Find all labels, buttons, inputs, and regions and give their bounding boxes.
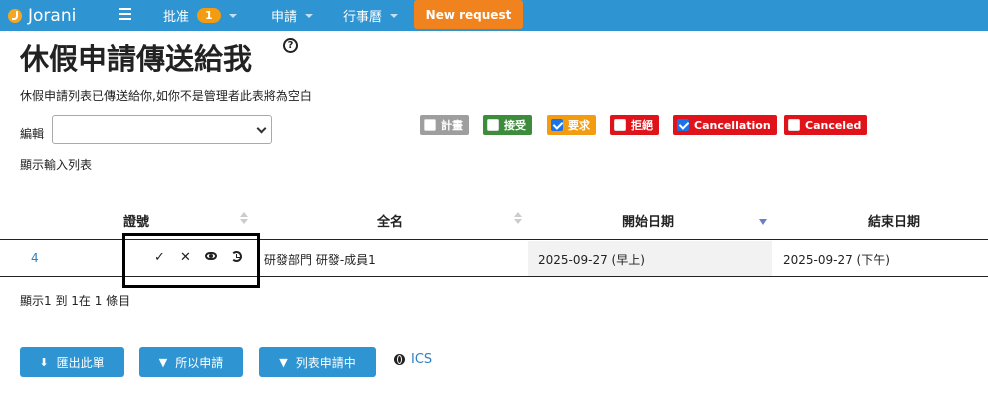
nav-approval[interactable]: 批准 1 [163, 0, 237, 31]
list-requests-button[interactable]: ▼ 列表申請中 [259, 347, 376, 377]
help-icon[interactable]: ? [283, 38, 298, 53]
page-subtitle: 休假申請列表已傳送給你,如你不是管理者此表將為空白 [20, 89, 312, 103]
status-filter-label: 計畫 [441, 119, 463, 132]
column-header-id[interactable]: 證號 [123, 211, 149, 230]
chevron-down-icon [256, 123, 267, 134]
brand[interactable]: Jorani [8, 6, 76, 26]
status-filter-accepted[interactable]: 接受 [483, 115, 532, 135]
status-filter-rejected[interactable]: 拒絕 [610, 115, 659, 135]
row-end-date: 2025-09-27 (下午) [783, 253, 890, 267]
status-filter-label: 拒絕 [631, 119, 653, 132]
checkbox[interactable] [424, 119, 436, 131]
sort-desc-icon[interactable] [759, 219, 767, 225]
status-filter-requested[interactable]: 要求 [547, 115, 596, 135]
nav-requests-label: 申請 [271, 10, 298, 25]
row-start-date: 2025-09-27 (早上) [538, 253, 645, 267]
column-header-fullname[interactable]: 全名 [377, 211, 403, 230]
edit-label: 編輯 [20, 127, 45, 141]
ics-link[interactable]: ICS [394, 352, 432, 367]
table-info: 顯示1 到 1在 1 條目 [20, 294, 131, 308]
edit-select[interactable] [52, 115, 272, 144]
approval-count-badge: 1 [197, 8, 221, 23]
checkbox-checked[interactable] [551, 119, 563, 131]
status-filter-planned[interactable]: 計畫 [420, 115, 469, 135]
status-filter-label: 接受 [504, 119, 526, 132]
export-button[interactable]: ⬇ 匯出此單 [20, 347, 124, 377]
status-filter-label: 要求 [568, 119, 590, 132]
checkbox-checked[interactable] [677, 119, 689, 131]
jorani-logo-icon [8, 8, 22, 23]
export-button-label: 匯出此單 [56, 355, 105, 370]
filter-icon: ▼ [279, 355, 288, 369]
sort-icon[interactable] [240, 212, 248, 224]
status-filter-label: Canceled [805, 118, 862, 132]
sort-icon[interactable] [514, 212, 522, 224]
column-header-end-date[interactable]: 結束日期 [868, 211, 920, 230]
show-list-label: 顯示輸入列表 [20, 158, 93, 172]
chevron-down-icon [305, 13, 314, 18]
column-header-start-date[interactable]: 開始日期 [622, 211, 674, 230]
nav-approval-label: 批准 [163, 10, 190, 25]
status-filter-cancellation[interactable]: Cancellation [673, 115, 777, 135]
filter-clear-icon: ▼ [158, 355, 168, 369]
download-icon: ⬇ [39, 355, 49, 369]
ics-label: ICS [411, 352, 433, 367]
nav-requests[interactable]: 申請 [271, 0, 314, 31]
row-id-link[interactable]: 4 [31, 251, 39, 265]
top-navbar: Jorani 批准 1 申請 行事曆 New request [0, 0, 988, 31]
status-filter-canceled[interactable]: Canceled [784, 115, 868, 135]
checkbox[interactable] [614, 119, 626, 131]
status-filter-label: Cancellation [694, 118, 771, 132]
brand-name: Jorani [28, 5, 77, 26]
checkbox[interactable] [788, 119, 800, 131]
list-requests-label: 列表申請中 [295, 355, 356, 370]
chevron-down-icon [228, 13, 237, 18]
all-requests-label: 所以申請 [175, 355, 224, 370]
chevron-down-icon [390, 13, 399, 18]
globe-icon [394, 354, 405, 365]
checkbox[interactable] [487, 119, 499, 131]
nav-calendar-label: 行事曆 [343, 10, 383, 25]
all-requests-button[interactable]: ▼ 所以申請 [139, 347, 243, 377]
hamburger-menu-icon[interactable] [119, 8, 131, 20]
new-request-button[interactable]: New request [414, 0, 523, 29]
highlight-box [122, 233, 260, 288]
row-fullname: 研發部門 研發-成員1 [264, 253, 376, 267]
page-title: 休假申請傳送給我 [20, 42, 253, 76]
nav-calendar[interactable]: 行事曆 [343, 0, 399, 31]
